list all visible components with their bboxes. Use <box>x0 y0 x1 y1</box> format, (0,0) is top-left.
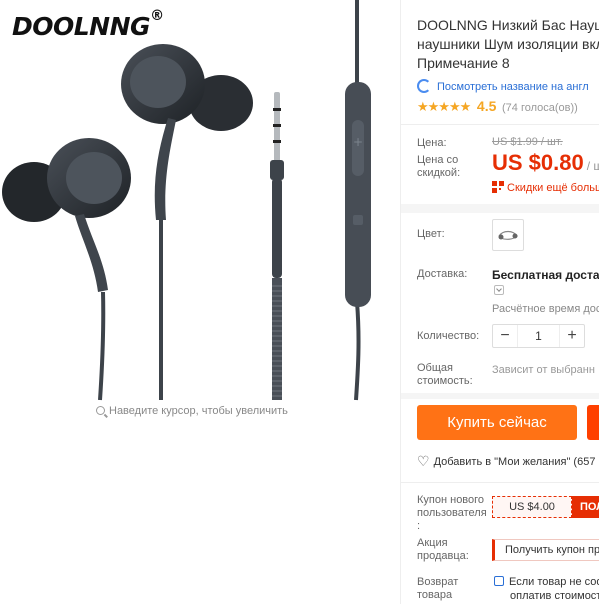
brand-logo: DOOLNNG® <box>12 8 164 41</box>
divider <box>401 482 599 483</box>
price-label: Цена: <box>417 137 447 149</box>
rating-count[interactable]: (74 голоса(ов)) <box>502 102 578 114</box>
zoom-hint-text: Наведите курсор, чтобы увеличить <box>109 405 288 417</box>
star-rating-icon: ★★★★★ <box>417 99 471 114</box>
sale-price-label: Цена со скидкой: <box>417 154 461 179</box>
svg-text:+: + <box>353 135 363 149</box>
quantity-stepper[interactable]: − 1 + <box>492 324 585 348</box>
brand-name: DOOLNNG <box>12 12 151 41</box>
total-value: Зависит от выбранн <box>492 364 595 376</box>
coupon-amount: US $4.00 <box>492 496 572 518</box>
quantity-increase-button[interactable]: + <box>560 325 584 347</box>
wishlist-label: Добавить в "Мои желания" (657 <box>433 456 596 468</box>
bulk-discount-link[interactable]: Скидки ещё больш <box>492 181 599 194</box>
heart-icon: ♡ <box>417 453 430 469</box>
seller-promo-button[interactable]: Получить купон пр <box>492 539 599 561</box>
shipping-label: Доставка: <box>417 268 468 280</box>
product-gallery[interactable]: + DOOLNNG® Наведите курсор, чтобы увелич… <box>0 0 400 430</box>
get-coupon-button[interactable]: ПОЛ <box>572 496 599 518</box>
qr-code-icon <box>492 181 504 193</box>
translate-icon <box>417 79 431 93</box>
divider <box>401 124 599 125</box>
bulk-discount-text: Скидки ещё больш <box>507 182 599 194</box>
product-info-panel: DOOLNNG Низкий Бас Наушн наушники Шум из… <box>401 0 599 604</box>
quantity-label: Количество: <box>417 330 480 342</box>
product-title-line: наушники Шум изоляции вкл <box>417 36 599 52</box>
add-to-cart-button[interactable] <box>587 405 599 440</box>
shipping-value[interactable]: Бесплатная доставк <box>492 268 599 282</box>
product-title-line: DOOLNNG Низкий Бас Наушн <box>417 17 599 33</box>
sale-price: US $0.80/ шт <box>492 150 599 176</box>
earphone-thumbnail-icon <box>498 230 518 240</box>
new-user-coupon-label: Купон нового пользователя : <box>417 494 487 532</box>
wishlist-link[interactable]: ♡ Добавить в "Мои желания" (657 <box>417 453 595 470</box>
return-policy-text: Если товар не соо оплатив стоимость <box>494 575 599 603</box>
color-label: Цвет: <box>417 228 445 240</box>
translate-link-text: Посмотреть название на англ <box>437 81 589 93</box>
return-policy-icon <box>494 576 504 586</box>
sale-price-value: US $0.80 <box>492 150 584 175</box>
old-price: US $1.99 / шт. <box>492 136 563 148</box>
magnifier-icon <box>96 406 105 415</box>
chevron-down-icon[interactable] <box>494 285 504 295</box>
zoom-hint: Наведите курсор, чтобы увеличить <box>96 405 288 417</box>
price-unit: / шт <box>586 159 599 173</box>
delivery-estimate: Расчётное время дос <box>492 303 599 315</box>
quantity-decrease-button[interactable]: − <box>493 325 517 347</box>
return-policy-line: Если товар не соо <box>509 576 599 588</box>
translate-title-link[interactable]: Посмотреть название на англ <box>417 79 589 93</box>
product-title-line: Примечание 8 <box>417 55 510 71</box>
seller-promo-label: Акция продавца: <box>417 537 469 562</box>
product-image[interactable]: + <box>0 0 400 430</box>
product-title: DOOLNNG Низкий Бас Наушн наушники Шум из… <box>417 16 599 73</box>
total-label: Общая стоимость: <box>417 362 473 387</box>
return-policy-line: оплатив стоимость <box>510 590 599 602</box>
color-swatch[interactable] <box>492 219 524 251</box>
rating[interactable]: ★★★★★ 4.5 (74 голоса(ов)) <box>417 98 578 115</box>
quantity-input[interactable]: 1 <box>517 325 560 347</box>
buy-now-button[interactable]: Купить сейчас <box>417 405 577 440</box>
section-separator <box>401 204 599 213</box>
return-label: Возврат товара <box>417 576 459 601</box>
registered-mark: ® <box>150 7 164 24</box>
rating-value: 4.5 <box>476 98 497 114</box>
section-separator <box>401 393 599 399</box>
